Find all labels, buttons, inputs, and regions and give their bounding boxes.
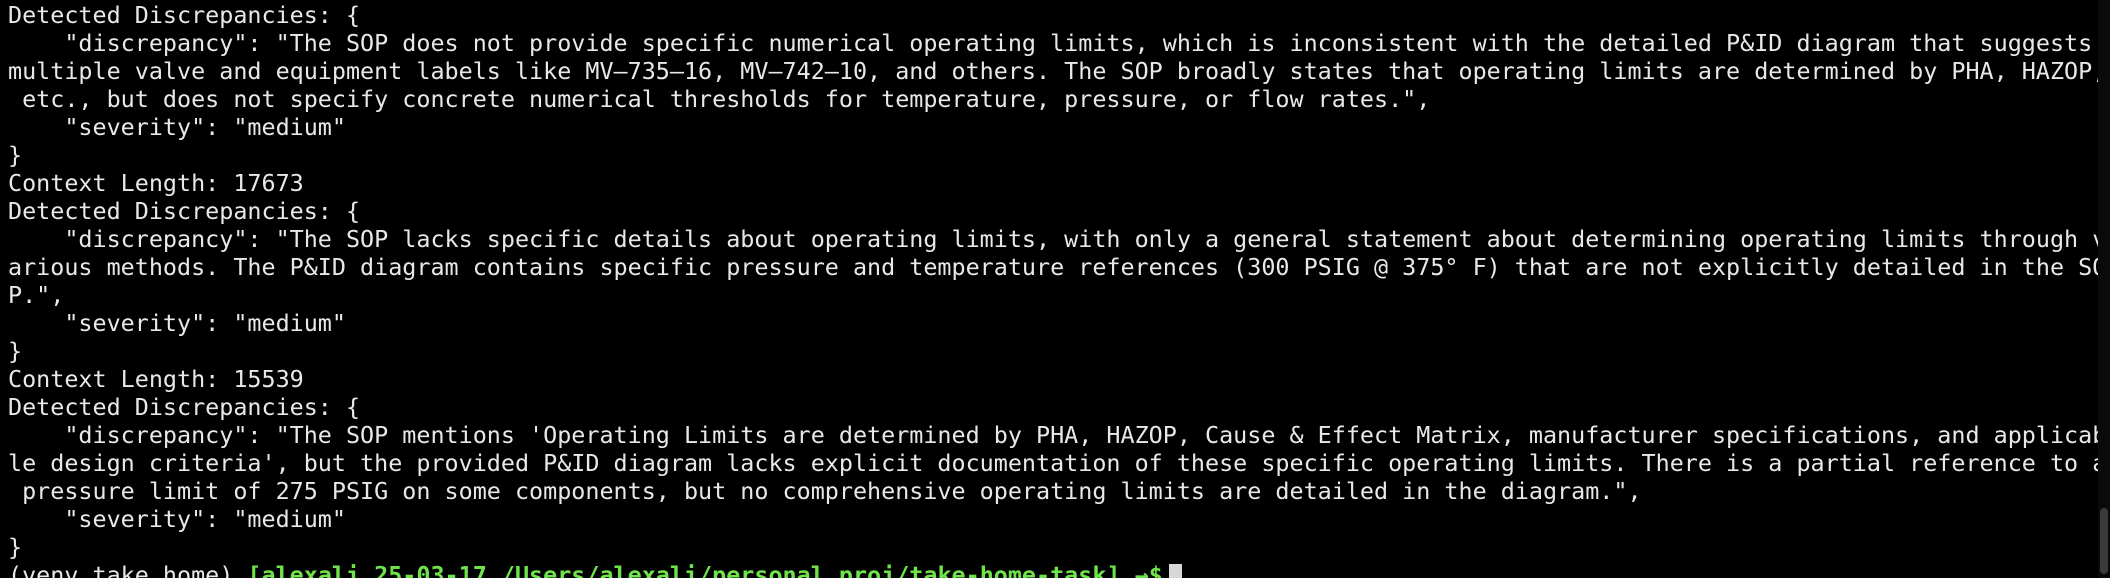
scrollbar-thumb[interactable] [2100, 508, 2108, 574]
prompt-line[interactable]: (venv_take_home) [alexali 25-03-17 /User… [8, 561, 2098, 578]
text-cursor [1168, 564, 1182, 578]
output-line: Detected Discrepancies: { [8, 1, 361, 29]
output-line: } [8, 337, 23, 365]
output-line: pressure limit of 275 PSIG on some compo… [8, 477, 1642, 505]
output-line: "severity": "medium" [8, 505, 346, 533]
terminal-output: Detected Discrepancies: { "discrepancy":… [8, 1, 2098, 578]
output-line: Detected Discrepancies: { [8, 393, 361, 421]
output-line: multiple valve and equipment labels like… [8, 57, 2098, 85]
output-line: "severity": "medium" [8, 309, 346, 337]
output-line: Context Length: 15539 [8, 365, 304, 393]
output-line: Context Length: 17673 [8, 169, 304, 197]
output-line: "discrepancy": "The SOP lacks specific d… [8, 225, 2098, 253]
output-line: "discrepancy": "The SOP does not provide… [8, 29, 2093, 57]
prompt-symbol: →$ [1134, 561, 1163, 578]
output-line: Detected Discrepancies: { [8, 197, 361, 225]
prompt-venv: (venv_take_home) [8, 561, 248, 578]
output-line: P.", [8, 281, 65, 309]
output-line: } [8, 533, 23, 561]
output-line: "discrepancy": "The SOP mentions 'Operat… [8, 421, 2098, 449]
output-line: "severity": "medium" [8, 113, 346, 141]
terminal-window[interactable]: Detected Discrepancies: { "discrepancy":… [0, 0, 2110, 578]
output-line: le design criteria', but the provided P&… [8, 449, 2098, 477]
output-line: } [8, 141, 23, 169]
scrollbar[interactable] [2098, 0, 2110, 578]
output-line: arious methods. The P&ID diagram contain… [8, 253, 2098, 281]
output-line: etc., but does not specify concrete nume… [8, 85, 1431, 113]
prompt-context: [alexali 25-03-17 /Users/alexali/persona… [247, 561, 1135, 578]
